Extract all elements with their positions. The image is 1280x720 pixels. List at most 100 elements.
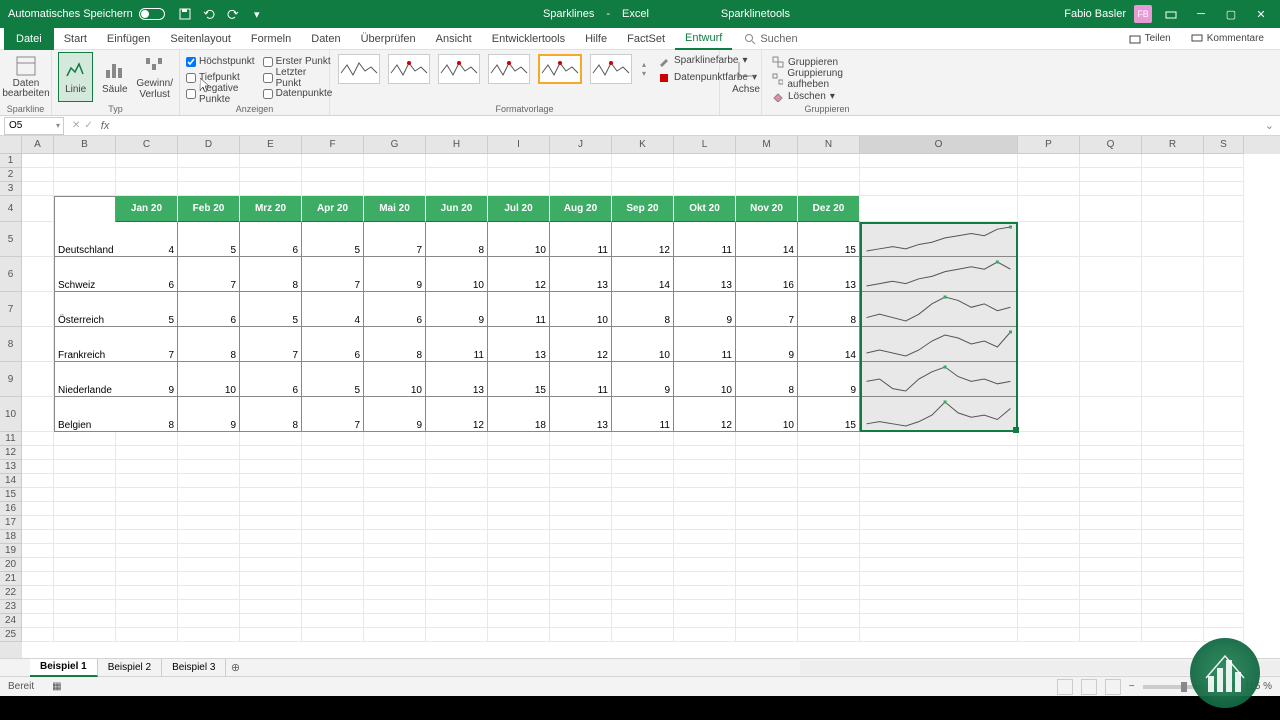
data-cell[interactable]: 14: [736, 222, 798, 257]
country-label[interactable]: Schweiz: [54, 257, 116, 292]
data-cell[interactable]: 11: [674, 327, 736, 362]
row-headers[interactable]: 1234567891011121314151617181920212223242…: [0, 154, 22, 658]
tab-insert[interactable]: Einfügen: [97, 28, 160, 50]
col-header-K[interactable]: K: [612, 136, 674, 154]
data-cell[interactable]: 8: [116, 397, 178, 432]
tab-file[interactable]: Datei: [4, 28, 54, 50]
row-header-16[interactable]: 16: [0, 502, 22, 516]
view-break-icon[interactable]: [1105, 679, 1121, 695]
data-cell[interactable]: 8: [178, 327, 240, 362]
row-header-5[interactable]: 5: [0, 222, 22, 257]
row-header-23[interactable]: 23: [0, 600, 22, 614]
data-cell[interactable]: 10: [550, 292, 612, 327]
data-cell[interactable]: 9: [116, 362, 178, 397]
month-header[interactable]: Feb 20: [178, 196, 240, 222]
data-cell[interactable]: 12: [426, 397, 488, 432]
data-cell[interactable]: 7: [116, 327, 178, 362]
data-cell[interactable]: 8: [364, 327, 426, 362]
month-header[interactable]: Dez 20: [798, 196, 860, 222]
row-header-8[interactable]: 8: [0, 327, 22, 362]
fx-label[interactable]: fx: [101, 120, 110, 132]
expand-formula-icon[interactable]: ⌄: [1259, 119, 1280, 132]
col-header-E[interactable]: E: [240, 136, 302, 154]
col-header-A[interactable]: A: [22, 136, 54, 154]
data-cell[interactable]: 13: [550, 397, 612, 432]
data-cell[interactable]: 8: [240, 397, 302, 432]
col-header-Q[interactable]: Q: [1080, 136, 1142, 154]
cells[interactable]: Jan 20Feb 20Mrz 20Apr 20Mai 20Jun 20Jul …: [22, 154, 1280, 658]
sparkline-cell[interactable]: [860, 397, 1018, 432]
toggle-switch[interactable]: [139, 8, 165, 20]
chk-markers[interactable]: Datenpunkte: [263, 86, 333, 101]
country-label[interactable]: Deutschland: [54, 222, 116, 257]
data-cell[interactable]: 15: [798, 397, 860, 432]
chk-high[interactable]: Höchstpunkt: [186, 54, 255, 69]
edit-data-button[interactable]: Daten bearbeiten: [6, 52, 46, 102]
month-header[interactable]: Jan 20: [116, 196, 178, 222]
zoom-out-icon[interactable]: −: [1129, 681, 1135, 692]
spark-style-3[interactable]: [438, 54, 480, 84]
data-cell[interactable]: 5: [302, 222, 364, 257]
data-cell[interactable]: 10: [612, 327, 674, 362]
data-cell[interactable]: 9: [674, 292, 736, 327]
sparkline-cell[interactable]: [860, 327, 1018, 362]
col-header-S[interactable]: S: [1204, 136, 1244, 154]
tab-start[interactable]: Start: [54, 28, 97, 50]
sparkline-cell[interactable]: [860, 257, 1018, 292]
sheet-tab-3[interactable]: Beispiel 3: [162, 659, 226, 677]
comments-button[interactable]: Kommentare: [1187, 31, 1268, 47]
chk-last[interactable]: Letzter Punkt: [263, 70, 333, 85]
month-header[interactable]: Okt 20: [674, 196, 736, 222]
data-cell[interactable]: 6: [116, 257, 178, 292]
month-header[interactable]: Apr 20: [302, 196, 364, 222]
chk-neg[interactable]: Negative Punkte: [186, 86, 255, 101]
select-all-corner[interactable]: [0, 136, 22, 154]
ungroup-button[interactable]: Gruppierung aufheben: [768, 71, 886, 87]
grid[interactable]: ABCDEFGHIJKLMNOPQRS 12345678910111213141…: [0, 136, 1280, 658]
row-header-17[interactable]: 17: [0, 516, 22, 530]
data-cell[interactable]: 7: [302, 397, 364, 432]
col-header-R[interactable]: R: [1142, 136, 1204, 154]
col-header-I[interactable]: I: [488, 136, 550, 154]
data-cell[interactable]: 12: [550, 327, 612, 362]
data-cell[interactable]: 5: [178, 222, 240, 257]
col-header-H[interactable]: H: [426, 136, 488, 154]
sparkline-winloss-button[interactable]: Gewinn/Verlust: [136, 52, 173, 102]
sparkline-line-button[interactable]: Linie: [58, 52, 93, 102]
undo-icon[interactable]: [199, 4, 219, 24]
data-cell[interactable]: 12: [674, 397, 736, 432]
data-cell[interactable]: 10: [736, 397, 798, 432]
country-label[interactable]: Österreich: [54, 292, 116, 327]
col-header-M[interactable]: M: [736, 136, 798, 154]
data-cell[interactable]: 10: [488, 222, 550, 257]
data-cell[interactable]: 11: [674, 222, 736, 257]
data-cell[interactable]: 9: [178, 397, 240, 432]
sheet-tab-2[interactable]: Beispiel 2: [98, 659, 162, 677]
col-header-N[interactable]: N: [798, 136, 860, 154]
data-cell[interactable]: 6: [302, 327, 364, 362]
data-cell[interactable]: 10: [364, 362, 426, 397]
month-header[interactable]: Jul 20: [488, 196, 550, 222]
col-header-F[interactable]: F: [302, 136, 364, 154]
accept-formula-icon[interactable]: ✓: [84, 120, 92, 131]
row-header-20[interactable]: 20: [0, 558, 22, 572]
view-page-icon[interactable]: [1081, 679, 1097, 695]
data-cell[interactable]: 7: [240, 327, 302, 362]
data-cell[interactable]: 5: [240, 292, 302, 327]
data-cell[interactable]: 15: [488, 362, 550, 397]
month-header[interactable]: Aug 20: [550, 196, 612, 222]
axis-button[interactable]: Achse: [726, 52, 766, 102]
data-cell[interactable]: 13: [798, 257, 860, 292]
tab-formulas[interactable]: Formeln: [241, 28, 301, 50]
sheet-tab-1[interactable]: Beispiel 1: [30, 659, 98, 677]
data-cell[interactable]: 13: [674, 257, 736, 292]
data-cell[interactable]: 9: [612, 362, 674, 397]
sparkline-cell[interactable]: [860, 222, 1018, 257]
col-header-G[interactable]: G: [364, 136, 426, 154]
col-header-J[interactable]: J: [550, 136, 612, 154]
tab-design[interactable]: Entwurf: [675, 28, 732, 50]
data-cell[interactable]: 18: [488, 397, 550, 432]
row-header-3[interactable]: 3: [0, 182, 22, 196]
sparkline-column-button[interactable]: Säule: [97, 52, 132, 102]
country-label[interactable]: Niederlande: [54, 362, 116, 397]
